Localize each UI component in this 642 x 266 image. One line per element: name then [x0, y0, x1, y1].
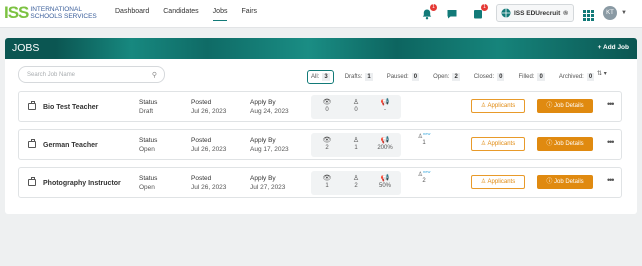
logo-mark: ISS: [4, 3, 29, 22]
megaphone-icon: 📢: [380, 99, 390, 106]
person-icon: ♙: [352, 137, 360, 144]
job-details-button[interactable]: ⓘ Job Details: [537, 137, 593, 151]
views-stat: 👁 0: [314, 98, 340, 113]
search-icon: ⚲: [151, 72, 157, 79]
cart-icon[interactable]: 1: [472, 4, 488, 19]
job-status: Status Open: [139, 137, 158, 153]
job-row: Bio Test Teacher Status Draft Posted Jul 2…: [18, 91, 622, 122]
new-tag: new: [423, 169, 431, 174]
promo-stat: 📢 50%: [372, 174, 398, 189]
job-posted: Posted Jul 26, 2023: [191, 175, 227, 191]
brand-mark: ®: [563, 9, 569, 17]
brand-switcher[interactable]: ISS EDUrecruit ®: [496, 4, 574, 22]
bell-icon[interactable]: 1: [421, 4, 437, 20]
nav-candidates[interactable]: Candidates: [163, 8, 198, 21]
job-apply-by: Apply By Aug 24, 2023: [250, 99, 289, 115]
jobs-card: JOBS + Add Job Search Job Name ⚲ All: 3 D…: [5, 38, 637, 214]
logo-text: INTERNATIONAL SCHOOLS SERVICES: [30, 6, 97, 20]
megaphone-icon: 📢: [380, 175, 390, 182]
applicants-button[interactable]: ♙ Applicants: [471, 99, 525, 113]
more-options-icon[interactable]: •••: [607, 137, 615, 147]
page-title: JOBS: [12, 42, 40, 54]
eye-icon: 👁: [322, 99, 332, 106]
applicants-stat: ♙ 0: [343, 98, 369, 113]
chat-icon[interactable]: [446, 7, 458, 19]
search-placeholder: Search Job Name: [27, 72, 76, 78]
info-icon: ⓘ: [546, 179, 553, 185]
eye-icon: 👁: [322, 175, 332, 182]
job-title[interactable]: Photography Instructor: [43, 180, 121, 187]
eye-icon: 👁: [322, 137, 332, 144]
filter-drafts[interactable]: Drafts: 1: [342, 71, 376, 83]
new-applicants[interactable]: ♙new 2: [413, 169, 435, 184]
promo-stat: 📢 200%: [372, 136, 398, 151]
nav-dashboard[interactable]: Dashboard: [115, 8, 149, 21]
main-nav: Dashboard Candidates Jobs Fairs: [115, 8, 257, 21]
person-icon: ♙: [480, 141, 487, 147]
filter-archived[interactable]: Archived: 0: [556, 71, 597, 83]
job-status: Status Draft: [139, 99, 158, 115]
briefcase-icon: [28, 177, 36, 186]
search-input[interactable]: Search Job Name ⚲: [18, 66, 165, 83]
filter-closed[interactable]: Closed: 0: [471, 71, 508, 83]
chevron-down-icon[interactable]: ▼: [621, 10, 627, 16]
info-icon: ⓘ: [546, 103, 553, 109]
job-details-button[interactable]: ⓘ Job Details: [537, 175, 593, 189]
job-posted: Posted Jul 26, 2023: [191, 137, 227, 153]
globe-icon: [501, 8, 511, 18]
iss-logo[interactable]: ISS INTERNATIONAL SCHOOLS SERVICES: [4, 4, 110, 22]
more-options-icon[interactable]: •••: [607, 99, 615, 109]
notification-badge: 1: [430, 4, 437, 11]
promo-stat: 📢 -: [372, 98, 398, 113]
cart-badge: 1: [481, 4, 488, 11]
person-icon: ♙: [352, 175, 360, 182]
nav-jobs[interactable]: Jobs: [212, 8, 228, 21]
status-filters: All: 3 Drafts: 1 Paused: 0 Open: 2 Closed: 0 …: [307, 70, 597, 84]
applicants-button[interactable]: ♙ Applicants: [471, 137, 525, 151]
filter-filled[interactable]: Filled: 0: [515, 71, 547, 83]
new-applicants[interactable]: ♙new 1: [413, 131, 435, 146]
filter-all[interactable]: All: 3: [307, 70, 334, 84]
applicants-button[interactable]: ♙ Applicants: [471, 175, 525, 189]
briefcase-icon: [28, 101, 36, 110]
applicants-stat: ♙ 1: [343, 136, 369, 151]
job-title[interactable]: German Teacher: [43, 142, 98, 149]
job-details-button[interactable]: ⓘ Job Details: [537, 99, 593, 113]
job-stats: 👁 0 ♙ 0 📢 -: [311, 95, 401, 119]
avatar[interactable]: KT: [603, 6, 617, 20]
person-icon: ♙: [480, 179, 487, 185]
sort-icon[interactable]: ⇅ ▾: [597, 70, 607, 77]
info-icon: ⓘ: [546, 141, 553, 147]
more-options-icon[interactable]: •••: [607, 175, 615, 185]
add-job-button[interactable]: + Add Job: [598, 44, 629, 51]
nav-fairs[interactable]: Fairs: [241, 8, 257, 21]
job-apply-by: Apply By Aug 17, 2023: [250, 137, 289, 153]
views-stat: 👁 2: [314, 136, 340, 151]
job-apply-by: Apply By Jul 27, 2023: [250, 175, 286, 191]
job-posted: Posted Jul 26, 2023: [191, 99, 227, 115]
views-stat: 👁 1: [314, 174, 340, 189]
job-stats: 👁 2 ♙ 1 📢 200%: [311, 133, 401, 157]
job-stats: 👁 1 ♙ 2 📢 50%: [311, 171, 401, 195]
person-icon: ♙: [480, 103, 487, 109]
brand-label: ISS EDUrecruit: [514, 9, 561, 17]
briefcase-icon: [28, 139, 36, 148]
job-row: Photography Instructor Status Open Posted…: [18, 167, 622, 198]
job-row: German Teacher Status Open Posted Jul 26, …: [18, 129, 622, 160]
applicants-stat: ♙ 2: [343, 174, 369, 189]
filter-paused[interactable]: Paused: 0: [384, 71, 422, 83]
jobs-banner: JOBS + Add Job: [5, 38, 637, 59]
job-status: Status Open: [139, 175, 158, 191]
person-icon: ♙: [352, 99, 360, 106]
apps-grid-icon[interactable]: [583, 8, 595, 21]
job-title[interactable]: Bio Test Teacher: [43, 104, 98, 111]
new-tag: new: [423, 131, 431, 136]
filter-open[interactable]: Open: 2: [430, 71, 463, 83]
megaphone-icon: 📢: [380, 137, 390, 144]
top-bar: ISS INTERNATIONAL SCHOOLS SERVICES Dashb…: [0, 0, 642, 28]
